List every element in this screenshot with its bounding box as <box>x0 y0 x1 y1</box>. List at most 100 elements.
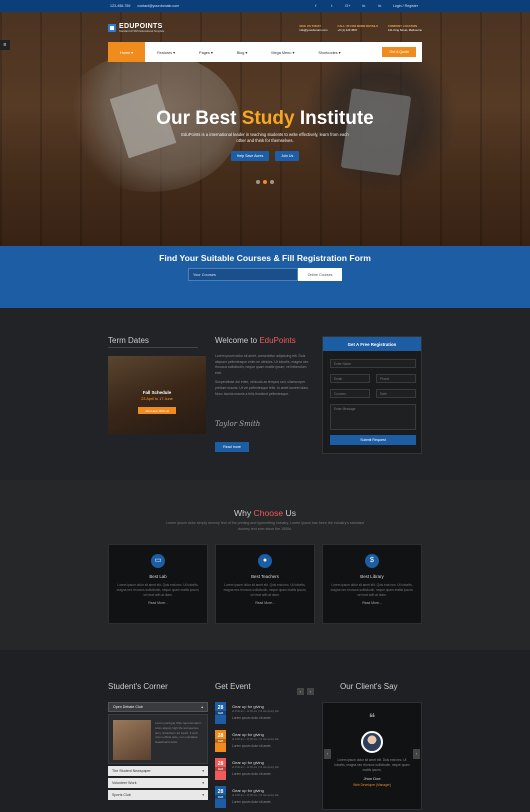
next-arrow-icon[interactable]: › <box>307 688 314 695</box>
chevron-down-icon: ▾ <box>202 769 204 773</box>
nav-home[interactable]: Home ▾ <box>108 42 146 62</box>
testimonial-card: ❝ Lorem ipsum dolor sit amet elit. Duis … <box>322 702 422 810</box>
facebook-icon[interactable]: f <box>313 3 319 9</box>
testimonial-name: Jhon Doe <box>363 776 381 781</box>
feature-card-best-lab: ▭ Best Lab Lorem ipsum dolor sit amet el… <box>108 544 208 624</box>
accordion-item[interactable]: The Student Newspaper ▾ <box>108 766 208 776</box>
event-item[interactable]: 28 FEB Gear up for giving at 9:00 am - 11… <box>215 730 315 754</box>
date-field[interactable]: Date <box>376 389 416 398</box>
welcome-title-accent: EduPoints <box>259 336 296 345</box>
top-right: f t G+ in in Login / Register <box>313 3 418 9</box>
event-title[interactable]: Gear up for giving <box>232 732 264 737</box>
card-title: Best Lab <box>149 574 167 579</box>
side-toggle-button[interactable]: ≡ <box>0 40 10 50</box>
email-field[interactable]: Email <box>330 374 370 383</box>
club-image <box>113 720 151 760</box>
event-meta: at 9:00 am - 11:00 am | 12 Hemputty Dar <box>232 710 279 713</box>
event-desc: Lorem ipsum dolor sit amet. <box>232 744 272 748</box>
event-desc: Lorem ipsum dolor sit amet. <box>232 716 272 720</box>
submit-request-button[interactable]: Submit Request <box>330 435 416 445</box>
accordion-item[interactable]: Sports Club ▾ <box>108 790 208 800</box>
online-courses-button[interactable]: Online Courses <box>298 268 342 281</box>
testimonial-quote: Lorem ipsum dolor sit amet elit. Duis er… <box>334 758 410 772</box>
event-title[interactable]: Gear up for giving <box>232 788 264 793</box>
events-nav: ‹ › <box>297 688 314 695</box>
linkedin-icon-2[interactable]: in <box>377 3 383 9</box>
event-date-badge: 28 FEB <box>215 730 226 752</box>
chevron-up-icon: ▴ <box>201 705 203 709</box>
feature-card-best-teachers: ● Best Teachers Lorem ipsum dolor sit am… <box>215 544 315 624</box>
event-item[interactable]: 28 FEB Gear up for giving at 9:00 am - 11… <box>215 786 315 810</box>
event-month: FEB <box>215 711 226 715</box>
login-register-link[interactable]: Login / Register <box>393 4 418 8</box>
main-nav: Home ▾ Features ▾ Pages ▾ Blog ▾ Mega Me… <box>108 42 422 62</box>
courses-select[interactable]: Courses <box>330 389 370 398</box>
logo[interactable]: EDUPOINTS Standard HTML5 Educational Tem… <box>108 23 164 33</box>
accordion-label: Volunteer Work <box>112 781 137 785</box>
hero-title: Our Best Study Institute <box>0 108 530 130</box>
twitter-icon[interactable]: t <box>329 3 335 9</box>
why-choose-section: Why Choose Us Lorem ipsum dolor simply d… <box>0 480 530 650</box>
why-choose-title: Why Choose Us <box>0 508 530 518</box>
event-day: 28 <box>217 733 224 739</box>
accordion-item-active[interactable]: Open Debate Club ▴ <box>108 702 208 712</box>
nav-mega-menu[interactable]: Mega Menu ▾ <box>259 42 306 62</box>
name-field[interactable]: Enter Name <box>330 359 416 368</box>
contact-value: +0 (1) 123 4567 <box>337 28 358 32</box>
slider-dot[interactable] <box>270 180 274 184</box>
event-item[interactable]: 28 FEB Gear up for giving at 9:00 am - 11… <box>215 702 315 726</box>
header: EDUPOINTS Standard HTML5 Educational Tem… <box>108 18 422 38</box>
slider-dot-active[interactable] <box>263 180 267 184</box>
event-day: 28 <box>217 705 224 711</box>
events-list: 28 FEB Gear up for giving at 9:00 am - 11… <box>215 702 315 812</box>
why-title-pre: Why <box>233 508 254 518</box>
user-icon: ● <box>258 554 272 568</box>
testimonial-title: Our Client's Say <box>340 682 398 691</box>
why-choose-description: Lorem ipsum dolor simply dummy text of t… <box>166 521 364 531</box>
join-here-button[interactable]: Join Here 30% off <box>138 407 176 414</box>
email-text[interactable]: contact@yourdomain.com <box>137 4 179 8</box>
form-title: Get A Free Registration <box>323 337 421 351</box>
contact-mail: MAIL US TODAY info@yourdomain.com <box>299 24 327 32</box>
next-arrow-icon[interactable]: › <box>413 749 420 759</box>
message-field[interactable]: Enter Message <box>330 404 416 430</box>
nav-blog[interactable]: Blog ▾ <box>225 42 260 62</box>
read-more-link[interactable]: Read More... <box>323 601 421 605</box>
read-more-link[interactable]: Read More... <box>216 601 314 605</box>
accordion-text: Lorem partique Ollie reprehenderit. Anim… <box>155 721 202 745</box>
image-overlay <box>108 356 206 434</box>
accordion-label: The Student Newspaper <box>112 769 151 773</box>
prev-arrow-icon[interactable]: ‹ <box>324 749 331 759</box>
get-quote-button[interactable]: Get A Quote <box>382 47 416 57</box>
event-title[interactable]: Gear up for giving <box>232 760 264 765</box>
why-title-accent: Choose <box>253 508 284 518</box>
quote-icon: ❝ <box>368 711 376 725</box>
accordion-label: Open Debate Club <box>113 705 143 709</box>
hero-description: EduPoints is a international leader in t… <box>181 132 349 143</box>
event-meta: at 9:00 am - 11:00 am | 12 Hemputty Dar <box>232 794 279 797</box>
slider-dot[interactable] <box>256 180 260 184</box>
read-more-link[interactable]: Read More... <box>109 601 207 605</box>
nav-shortcodes[interactable]: Shortcodes ▾ <box>306 42 352 62</box>
free-registration-form: Get A Free Registration Enter Name Email… <box>322 336 422 454</box>
read-more-button[interactable]: Read more <box>215 442 249 452</box>
header-contacts: MAIL US TODAY info@yourdomain.com CALL US… <box>299 24 422 32</box>
event-item[interactable]: 28 FEB Gear up for giving at 9:00 am - 11… <box>215 758 315 782</box>
course-search-input[interactable]: Your Courses <box>188 268 298 281</box>
nav-pages[interactable]: Pages ▾ <box>187 42 225 62</box>
card-text: Lorem ipsum dolor sit amet elit. Quis er… <box>330 583 414 597</box>
nav-features[interactable]: Features ▾ <box>145 42 187 62</box>
signature: Taylor Smith <box>215 420 261 428</box>
phone-field[interactable]: Phone <box>376 374 416 383</box>
accordion-item[interactable]: Volunteer Work ▾ <box>108 778 208 788</box>
prev-arrow-icon[interactable]: ‹ <box>297 688 304 695</box>
google-plus-icon[interactable]: G+ <box>345 3 351 9</box>
course-search-title: Find Your Suitable Courses & Fill Regist… <box>159 253 371 263</box>
bottom-section: Student's Corner Open Debate Club ▴ Lorem… <box>0 650 530 812</box>
logo-icon <box>108 24 116 32</box>
join-us-button[interactable]: Join Us <box>275 151 300 161</box>
event-title[interactable]: Gear up for giving <box>232 704 264 709</box>
contact-location: COMPANY LOCATION 121 King Street, Melbour… <box>388 24 422 32</box>
linkedin-icon[interactable]: in <box>361 3 367 9</box>
help-save-acres-button[interactable]: Help Save Acres <box>230 151 270 161</box>
